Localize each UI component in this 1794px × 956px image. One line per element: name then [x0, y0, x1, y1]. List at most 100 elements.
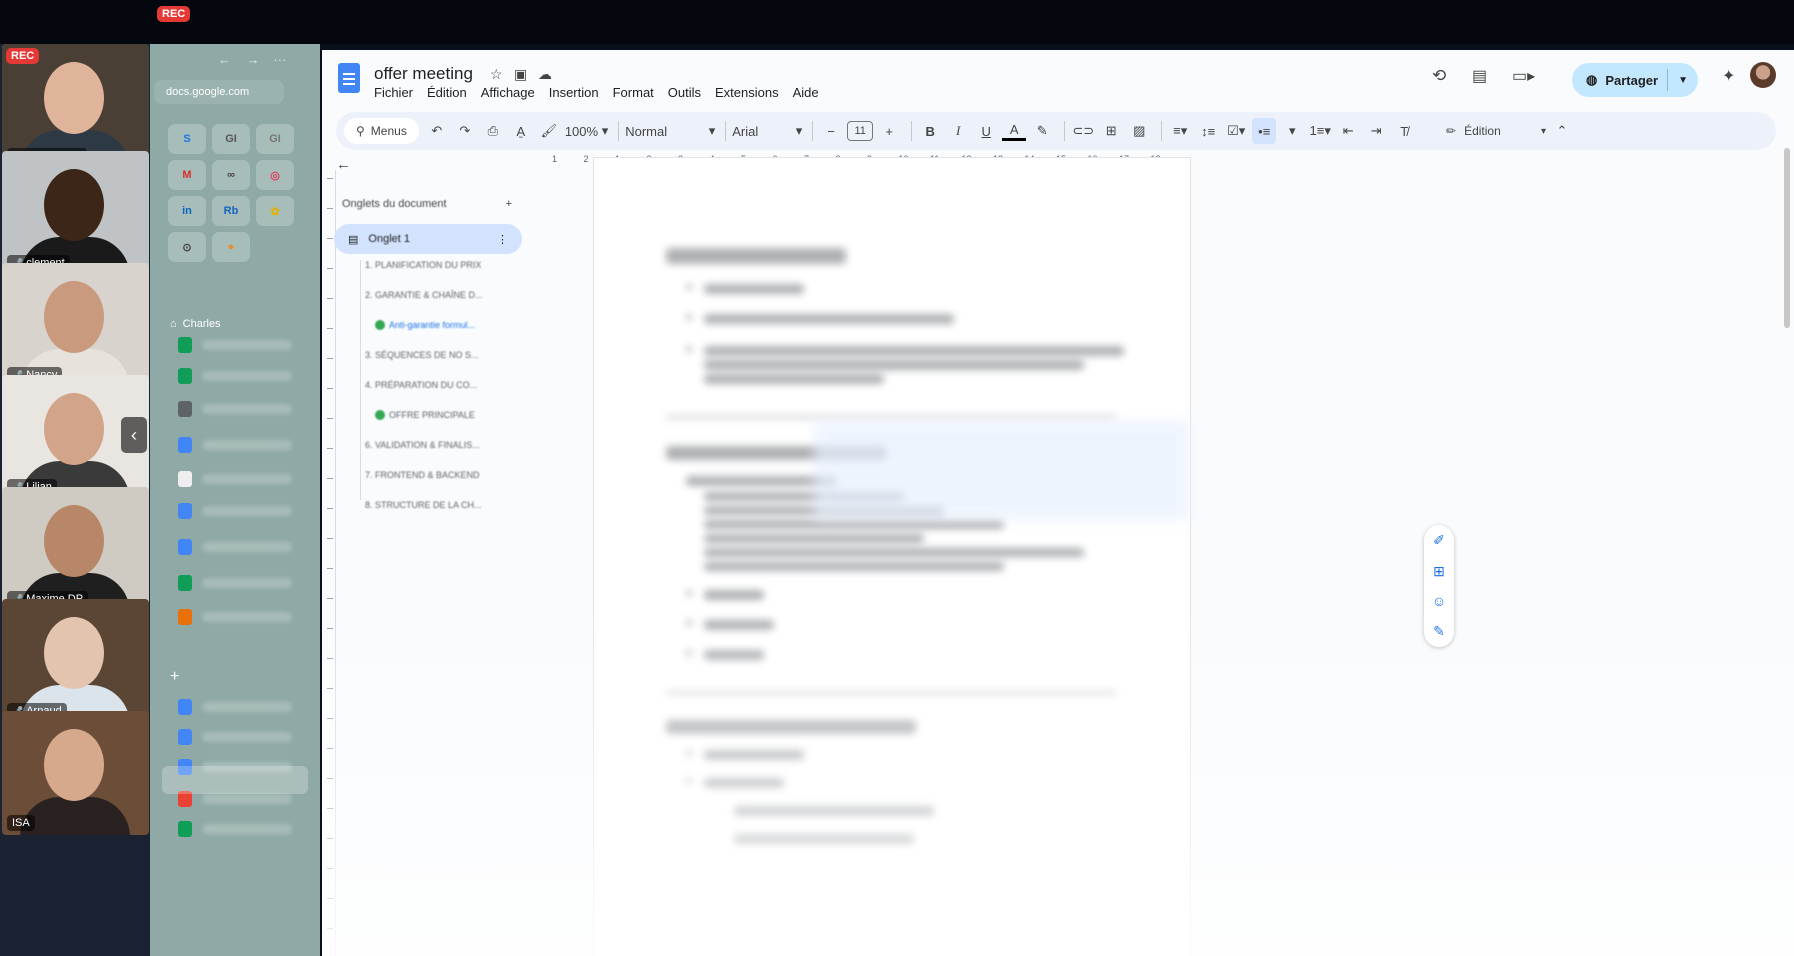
- insert-image-icon[interactable]: ▨: [1127, 118, 1151, 144]
- outline-item[interactable]: 3. SÉQUENCES DE NO S...: [365, 350, 479, 360]
- participant-tile[interactable]: 🎤clement: [2, 151, 149, 275]
- sidebar-list-item[interactable]: [178, 502, 292, 520]
- menu-item[interactable]: Affichage: [481, 85, 535, 100]
- docs-logo-icon[interactable]: [338, 63, 360, 93]
- menu-item[interactable]: Fichier: [374, 85, 413, 100]
- sidebar-list-item[interactable]: [178, 698, 292, 716]
- outline-item[interactable]: 6. VALIDATION & FINALIS...: [365, 440, 480, 450]
- zoom-select[interactable]: 100% ▾: [565, 118, 608, 144]
- add-comment-icon[interactable]: ⊞: [1099, 118, 1123, 144]
- outline-item[interactable]: 1. PLANIFICATION DU PRIX: [365, 260, 481, 270]
- clear-formatting-icon[interactable]: T̸: [1392, 118, 1416, 144]
- move-folder-icon[interactable]: ▣: [514, 66, 527, 83]
- extension-button[interactable]: ✿: [256, 196, 294, 226]
- comments-icon[interactable]: ▤: [1472, 66, 1487, 86]
- document-title[interactable]: offer meeting: [374, 64, 473, 84]
- meet-camera-icon[interactable]: ▭▸: [1512, 66, 1535, 86]
- menu-item[interactable]: Outils: [668, 85, 701, 100]
- bullet-options-chevron-icon[interactable]: ▾: [1280, 118, 1304, 144]
- chevron-down-icon[interactable]: ▼: [1678, 75, 1688, 86]
- gemini-sparkle-icon[interactable]: ✦: [1722, 66, 1735, 86]
- outline-item[interactable]: 4. PRÉPARATION DU CO...: [365, 380, 477, 390]
- back-arrow-icon[interactable]: ←: [218, 52, 231, 67]
- outline-item[interactable]: OFFRE PRINCIPALE: [375, 410, 475, 420]
- history-icon[interactable]: ⟲: [1432, 66, 1446, 86]
- forward-arrow-icon[interactable]: →: [247, 52, 260, 67]
- cloud-status-icon[interactable]: ☁: [538, 66, 552, 83]
- increase-font-size-icon[interactable]: +: [877, 118, 901, 144]
- decrease-indent-icon[interactable]: ⇤: [1336, 118, 1360, 144]
- sidebar-list-item[interactable]: [178, 608, 292, 626]
- emoji-reaction-icon[interactable]: ☺: [1432, 593, 1446, 609]
- sidebar-list-item[interactable]: [178, 538, 292, 556]
- link-icon[interactable]: ⊂⊃: [1071, 118, 1095, 144]
- extension-button[interactable]: GI: [256, 124, 294, 154]
- search-menus[interactable]: ⚲ Menus: [344, 118, 419, 144]
- text-color-icon[interactable]: A: [1002, 121, 1027, 141]
- line-spacing-icon[interactable]: ↕≡: [1196, 118, 1220, 144]
- participant-tile[interactable]: 🎤Lilian‹: [2, 375, 149, 499]
- paint-format-icon[interactable]: 🖌: [537, 118, 561, 144]
- extension-button[interactable]: ●: [212, 232, 250, 262]
- participant-tile[interactable]: 🎤Maxime DP: [2, 487, 149, 611]
- italic-icon[interactable]: I: [946, 118, 970, 144]
- bold-icon[interactable]: B: [918, 118, 942, 144]
- extension-button[interactable]: ◎: [256, 160, 294, 190]
- extension-button[interactable]: S: [168, 124, 206, 154]
- add-tab-icon[interactable]: +: [506, 198, 512, 210]
- outline-tab[interactable]: ▤ Onglet 1 ⋮: [334, 224, 522, 254]
- menu-item[interactable]: Extensions: [715, 85, 779, 100]
- collapse-toolbar-icon[interactable]: ⌃: [1550, 118, 1574, 144]
- print-icon[interactable]: ⎙: [481, 118, 505, 144]
- outline-item[interactable]: 7. FRONTEND & BACKEND: [365, 470, 480, 480]
- sidebar-list-item[interactable]: [178, 470, 292, 488]
- sidebar-url[interactable]: docs.google.com: [154, 80, 284, 104]
- participant-tile[interactable]: ISA: [2, 711, 149, 835]
- avatar[interactable]: [1750, 62, 1776, 88]
- share-button[interactable]: ◍ Partager ▼: [1572, 63, 1698, 97]
- align-icon[interactable]: ≡▾: [1168, 118, 1192, 144]
- spellcheck-icon[interactable]: A̱: [509, 118, 533, 144]
- extension-button[interactable]: GI: [212, 124, 250, 154]
- underline-icon[interactable]: U: [974, 118, 998, 144]
- sidebar-list-item[interactable]: [178, 436, 292, 454]
- outline-item[interactable]: Anti-garantie formul...: [375, 320, 475, 330]
- decrease-font-size-icon[interactable]: −: [819, 118, 843, 144]
- extension-button[interactable]: Rb: [212, 196, 250, 226]
- extension-button[interactable]: ⊙: [168, 232, 206, 262]
- sidebar-list-item[interactable]: [178, 574, 292, 592]
- close-outline-arrow-icon[interactable]: ←: [336, 156, 351, 173]
- participant-tile[interactable]: 🎤Arnaud: [2, 599, 149, 723]
- participant-tile[interactable]: Charles BarasREC: [2, 44, 149, 168]
- outline-item[interactable]: 2. GARANTIE & CHAÎNE D...: [365, 290, 483, 300]
- outline-item[interactable]: 8. STRUCTURE DE LA CH...: [365, 500, 482, 510]
- editing-mode-select[interactable]: ✏ Édition ▾: [1446, 124, 1546, 138]
- extension-button[interactable]: ∞: [212, 160, 250, 190]
- menu-item[interactable]: Format: [613, 85, 654, 100]
- document-scrollbar[interactable]: [1784, 148, 1790, 328]
- add-comment-icon[interactable]: ⊞: [1433, 563, 1445, 580]
- extension-button[interactable]: M: [168, 160, 206, 190]
- menu-item[interactable]: Insertion: [549, 85, 599, 100]
- undo-icon[interactable]: ↶: [425, 118, 449, 144]
- checklist-icon[interactable]: ☑▾: [1224, 118, 1248, 144]
- increase-indent-icon[interactable]: ⇥: [1364, 118, 1388, 144]
- gemini-edit-icon[interactable]: ✐: [1433, 532, 1445, 549]
- highlight-icon[interactable]: ✎: [1030, 118, 1054, 144]
- font-select[interactable]: Arial ▾: [732, 118, 802, 144]
- style-select[interactable]: Normal ▾: [625, 118, 715, 144]
- participant-tile[interactable]: 🎤Nancy: [2, 263, 149, 387]
- sidebar-list-item[interactable]: [178, 728, 292, 746]
- new-tab-plus-icon[interactable]: +: [170, 668, 179, 686]
- extension-button[interactable]: in: [168, 196, 206, 226]
- more-icon[interactable]: ···: [273, 52, 286, 67]
- numbered-list-icon[interactable]: 1≡▾: [1308, 118, 1332, 144]
- sidebar-list-item[interactable]: [178, 400, 292, 418]
- sidebar-list-item[interactable]: [178, 336, 292, 354]
- collapse-panel-chevron-icon[interactable]: ‹: [121, 417, 147, 453]
- redo-icon[interactable]: ↷: [453, 118, 477, 144]
- menu-item[interactable]: Aide: [793, 85, 819, 100]
- sidebar-list-item[interactable]: [178, 820, 292, 838]
- sidebar-list-item[interactable]: [178, 367, 292, 385]
- font-size-input[interactable]: 11: [847, 121, 874, 141]
